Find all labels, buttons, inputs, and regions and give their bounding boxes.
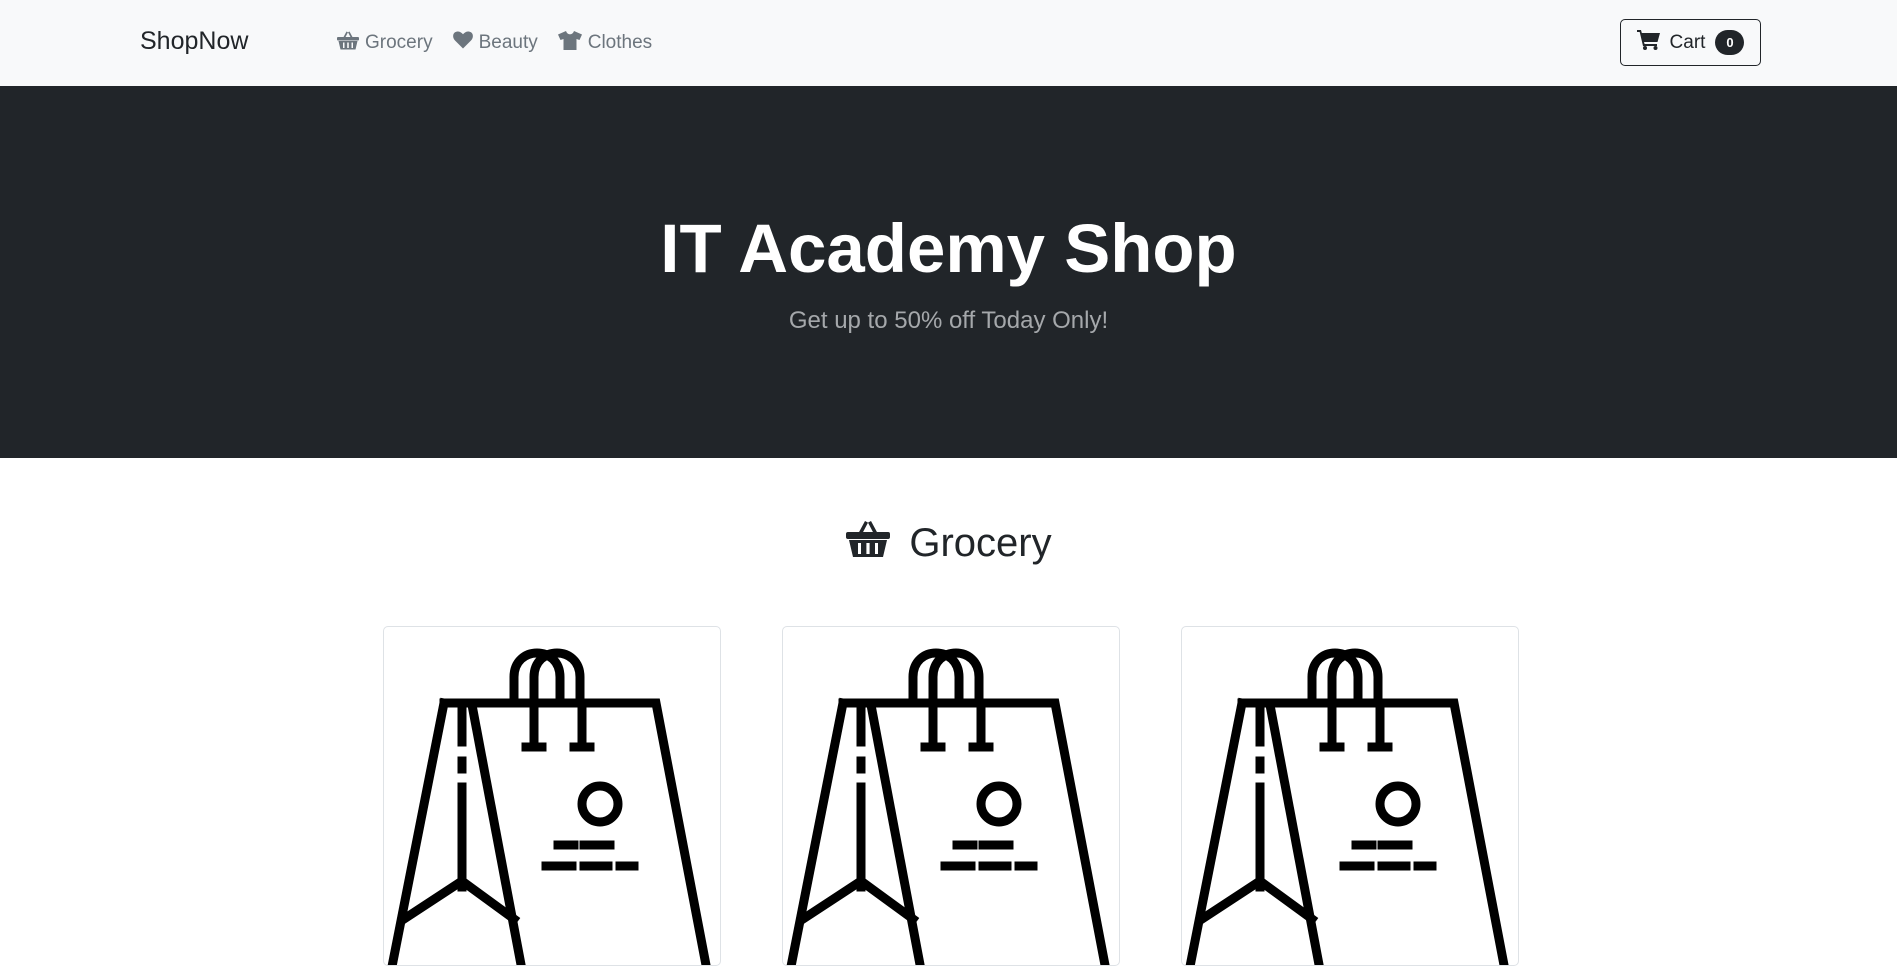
nav-links: Grocery Beauty Clothes — [337, 30, 652, 56]
nav-link-label: Clothes — [587, 32, 653, 53]
nav-link-clothes[interactable]: Clothes — [557, 30, 653, 56]
nav-link-grocery[interactable]: Grocery — [337, 30, 433, 56]
nav-link-beauty[interactable]: Beauty — [452, 31, 538, 55]
product-grid — [383, 626, 1519, 966]
hero-title: IT Academy Shop — [660, 210, 1237, 287]
section-title: Grocery — [909, 520, 1052, 565]
product-card[interactable] — [383, 626, 721, 966]
cart-count-badge: 0 — [1715, 30, 1745, 55]
nav-link-label: Beauty — [478, 32, 538, 53]
hero-banner: IT Academy Shop Get up to 50% off Today … — [0, 86, 1897, 458]
cart-icon — [1636, 29, 1660, 56]
hero-subtitle: Get up to 50% off Today Only! — [788, 307, 1109, 334]
heart-icon — [452, 31, 473, 55]
brand-link[interactable]: ShopNow — [140, 27, 248, 56]
cart-label: Cart — [1669, 31, 1706, 53]
tshirt-icon — [557, 30, 582, 56]
section-heading: Grocery — [0, 518, 1897, 568]
basket-icon — [337, 30, 359, 56]
basket-icon — [845, 518, 891, 568]
product-card[interactable] — [782, 626, 1120, 966]
cart-button[interactable]: Cart 0 — [1620, 19, 1761, 66]
product-card[interactable] — [1181, 626, 1519, 966]
nav-link-label: Grocery — [365, 32, 433, 53]
navbar: ShopNow Grocery Beauty Clothes Cart 0 — [0, 0, 1897, 86]
